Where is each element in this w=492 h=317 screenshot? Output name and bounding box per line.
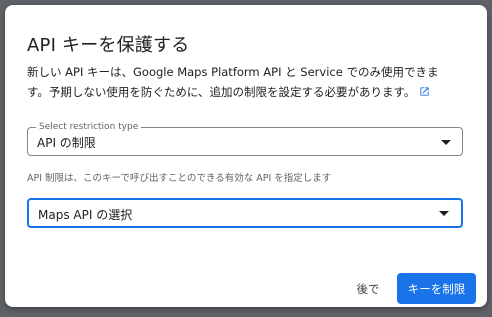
restriction-type-label: Select restriction type [36, 121, 142, 133]
dialog-description: 新しい API キーは、Google Maps Platform API と S… [27, 62, 459, 103]
dropdown-arrow-icon [441, 140, 451, 145]
restriction-type-value: API の制限 [37, 136, 96, 150]
later-button[interactable]: 後で [345, 274, 391, 304]
dialog-title: API キーを保護する [27, 35, 190, 56]
maps-api-select-value: Maps API の選択 [38, 208, 133, 222]
maps-api-select[interactable]: Maps API の選択 [27, 198, 463, 228]
external-link-icon[interactable] [419, 83, 430, 103]
restriction-hint: API 制限は、このキーで呼び出すことのできる有効な API を指定します [27, 173, 332, 184]
restrict-key-button[interactable]: キーを制限 [397, 273, 476, 304]
description-text: 新しい API キーは、Google Maps Platform API と S… [27, 65, 439, 99]
dropdown-arrow-icon [439, 211, 449, 216]
restriction-type-select[interactable]: Select restriction type API の制限 [27, 121, 463, 156]
protect-api-key-dialog: API キーを保護する 新しい API キーは、Google Maps Plat… [5, 5, 487, 307]
